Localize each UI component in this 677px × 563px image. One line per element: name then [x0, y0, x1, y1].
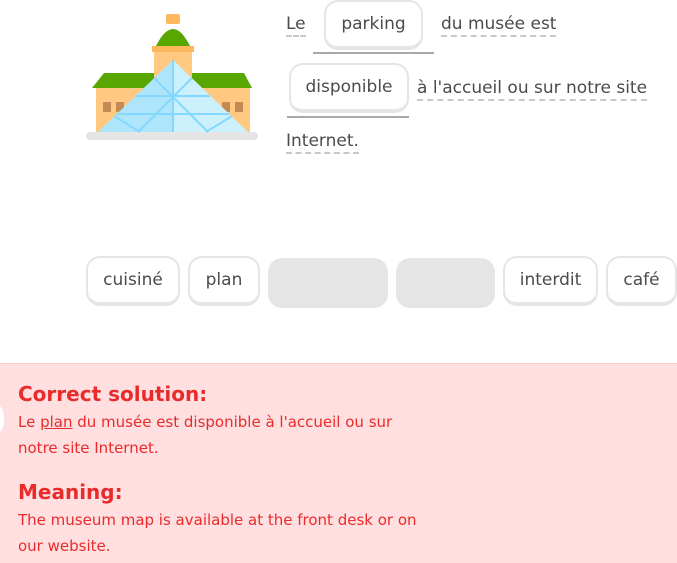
word-bank-empty-slot — [268, 258, 388, 308]
placed-chip-disponible[interactable]: disponible — [289, 63, 409, 113]
solution-highlight-word: plan — [40, 413, 73, 431]
solution-suffix: du musée est disponible à l'accueil ou s… — [72, 413, 393, 431]
meaning-heading: Meaning: — [18, 480, 123, 504]
sentence-word-accueil: à l'accueil ou sur notre site — [417, 77, 648, 101]
word-bank-chip-cafe[interactable]: café — [606, 256, 677, 306]
correct-solution-heading: Correct solution: — [18, 382, 208, 406]
word-bank-chip-interdit[interactable]: interdit — [503, 256, 598, 306]
word-bank-chip-cuisine[interactable]: cuisiné — [86, 256, 180, 306]
word-bank-empty-slot — [396, 258, 495, 308]
sentence-word-internet: Internet. — [286, 130, 359, 154]
solution-prefix: Le — [18, 413, 41, 431]
louvre-museum-icon — [84, 12, 262, 144]
correct-solution-text: Le plan du musée est disponible à l'accu… — [18, 409, 392, 461]
placed-chip-parking[interactable]: parking — [324, 0, 423, 50]
exercise-page: Le parking du musée est disponible à l'a… — [0, 0, 677, 563]
answer-slot-1 — [313, 52, 434, 54]
meaning-line-1: The museum map is available at the front… — [18, 511, 417, 529]
meaning-line-2: our website. — [18, 537, 111, 555]
correct-solution-line-2: notre site Internet. — [18, 439, 159, 457]
sentence-word-du-musee-est: du musée est — [441, 13, 557, 37]
correct-solution-line-1: Le plan du musée est disponible à l'accu… — [18, 409, 392, 435]
sentence-word-le: Le — [286, 13, 306, 37]
word-bank-chip-plan[interactable]: plan — [188, 256, 260, 306]
answer-slot-2 — [287, 116, 409, 118]
meaning-text: The museum map is available at the front… — [18, 507, 417, 559]
